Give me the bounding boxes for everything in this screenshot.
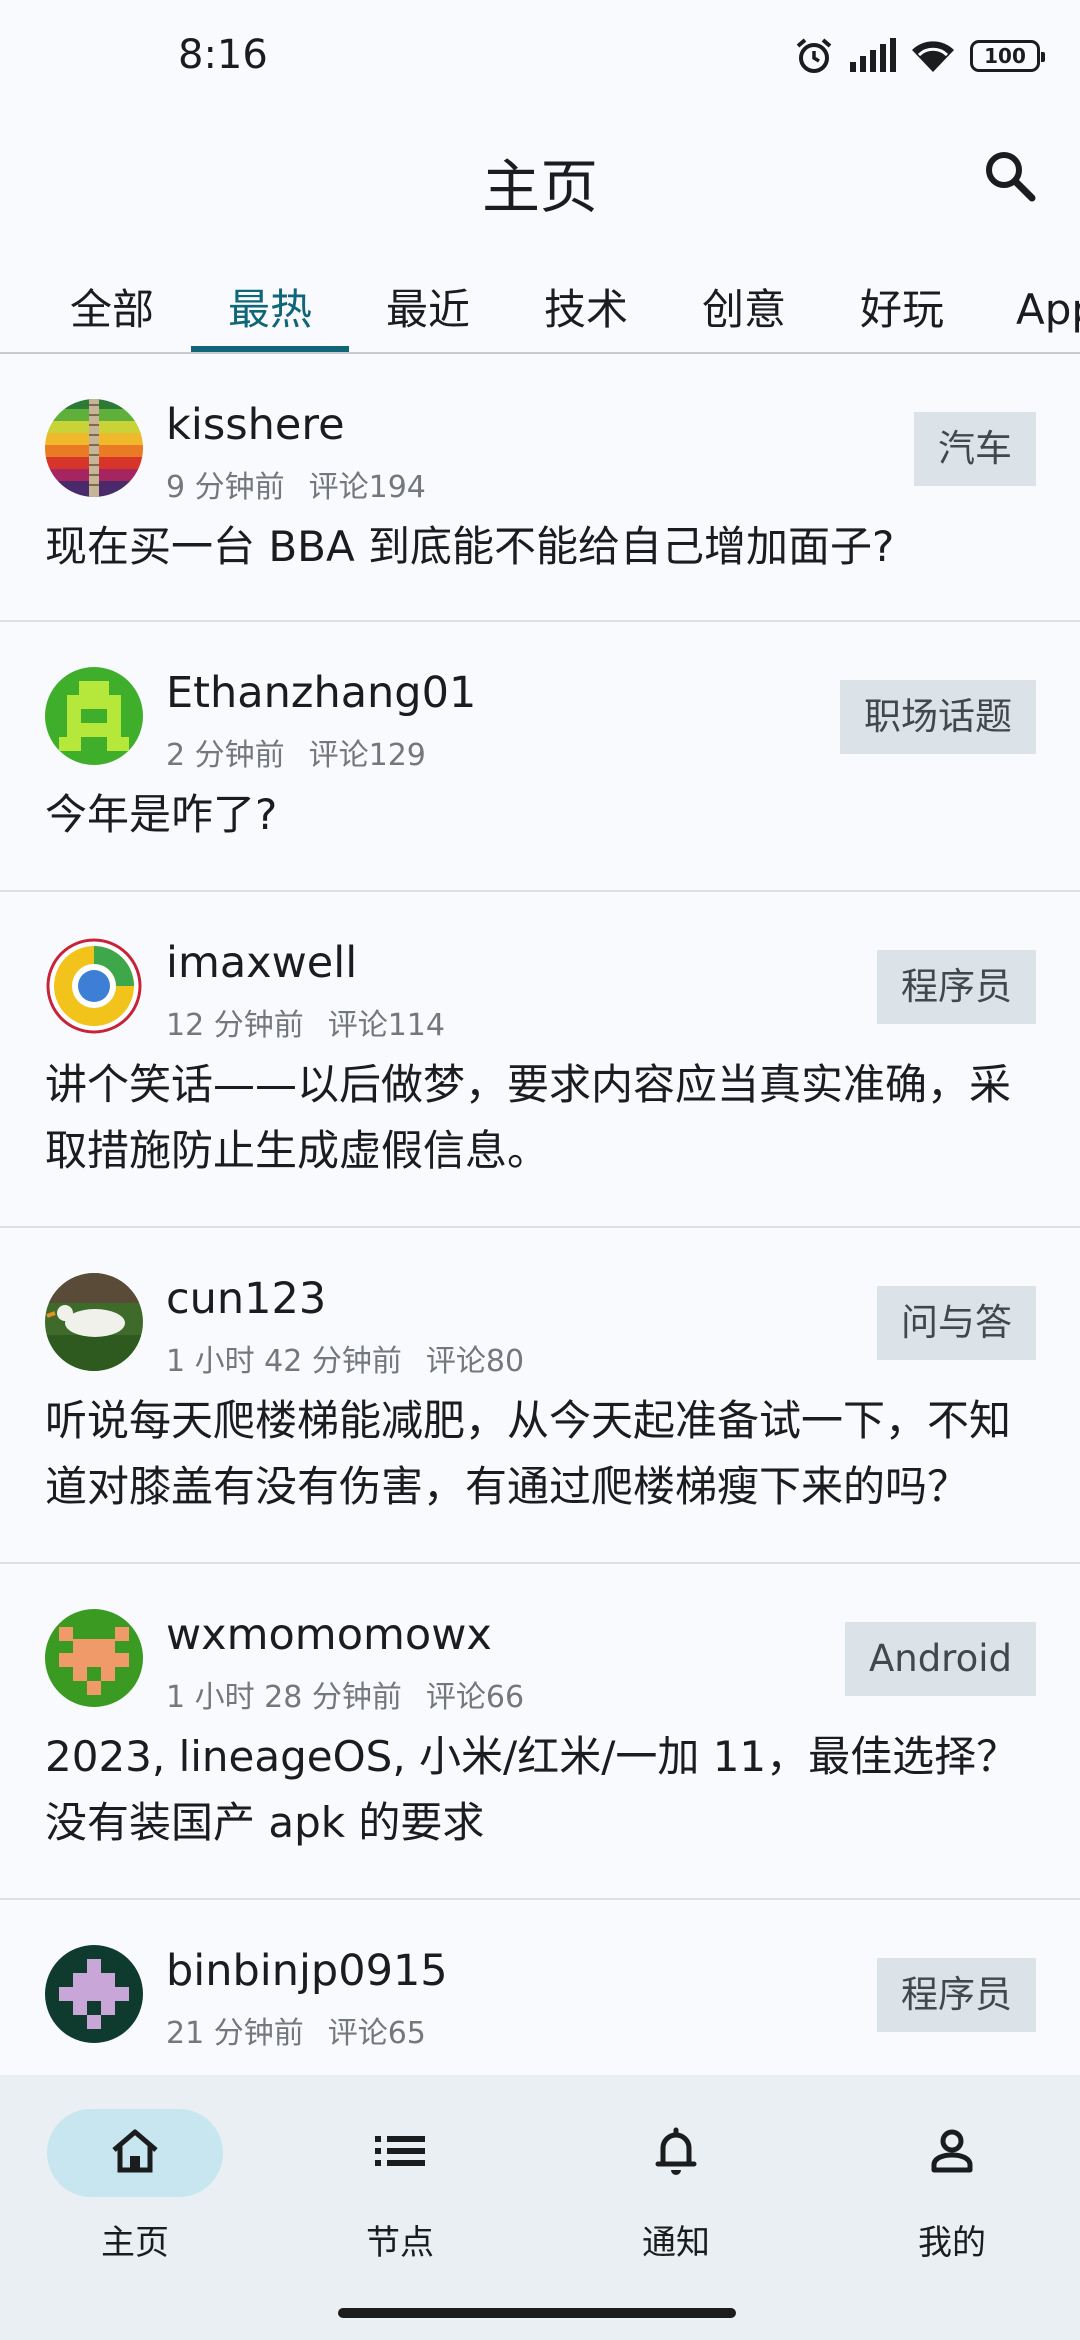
post-title: 2023, lineageOS, 小米/红米/一加 11，最佳选择？没有装国产 … [45,1732,1019,1847]
post-title: 讲个笑话——以后做梦，要求内容应当真实准确，采取措施防止生成虚假信息。 [45,1060,1012,1175]
avatar[interactable] [45,1273,143,1371]
username[interactable]: binbinjp0915 [166,1946,448,1996]
tab-apple[interactable]: Apple [981,262,1080,352]
topic-item[interactable]: cun123 1 小时 42 分钟前 评论80 问与答 听说每天爬楼梯能减肥，从今… [0,1228,1080,1564]
post-time: 12 分钟前 [166,1008,304,1043]
nav-profile[interactable]: 我的 [817,2109,1080,2279]
nav-active-indicator [47,2109,223,2197]
screen: 8:16 100 主页 全部 最热 最近 技术 创意 好玩 Ap kissher… [0,0,1080,2340]
home-indicator[interactable] [338,2308,736,2318]
nav-home[interactable]: 主页 [0,2109,270,2279]
tab-all[interactable]: 全部 [33,262,191,352]
post-title: 现在买一台 BBA 到底能不能给自己增加面子? [45,522,895,571]
page-title: 主页 [481,153,598,221]
tab-indicator [191,346,349,352]
avatar[interactable] [45,667,143,765]
alarm-icon [794,36,834,76]
node-tag[interactable]: 问与答 [877,1286,1036,1360]
search-button[interactable] [974,142,1046,214]
tab-tech[interactable]: 技术 [507,262,665,352]
topic-item[interactable]: imaxwell 12 分钟前 评论114 程序员 讲个笑话——以后做梦，要求内容… [0,892,1080,1228]
comment-count: 评论129 [308,738,426,773]
nav-notifications[interactable]: 通知 [541,2109,811,2279]
node-tag[interactable]: 汽车 [914,412,1036,486]
list-icon [373,2124,427,2182]
topic-item[interactable]: kisshere 9 分钟前 评论194 汽车 现在买一台 BBA 到底能不能给自… [0,354,1080,622]
avatar[interactable] [45,1945,143,2043]
post-meta: 2 分钟前 评论129 [166,730,426,774]
comment-count: 评论194 [308,470,426,505]
bell-icon [649,2124,703,2182]
node-tag[interactable]: 程序员 [877,950,1036,1024]
nav-label: 节点 [366,2223,434,2263]
nav-label: 通知 [642,2223,710,2263]
username[interactable]: Ethanzhang01 [166,668,476,718]
comment-count: 评论66 [425,1680,525,1715]
comment-count: 评论65 [327,2016,426,2051]
post-meta: 9 分钟前 评论194 [166,462,426,506]
post-meta: 21 分钟前 评论65 [166,2008,426,2052]
avatar[interactable] [45,399,143,497]
username[interactable]: imaxwell [166,938,357,988]
post-title: 今年是咋了? [45,790,278,839]
tab-row: 全部 最热 最近 技术 创意 好玩 Apple [0,262,1080,354]
nav-label: 主页 [101,2223,169,2263]
topic-item[interactable]: wxmomomowx 1 小时 28 分钟前 评论66 Android 2023,… [0,1564,1080,1900]
avatar[interactable] [45,937,143,1035]
post-time: 9 分钟前 [166,470,285,505]
battery-level: 100 [984,44,1026,68]
post-meta: 1 小时 42 分钟前 评论80 [166,1336,524,1380]
search-icon[interactable] [983,149,1037,207]
wifi-icon [910,38,956,74]
tab-recent[interactable]: 最近 [349,262,507,352]
app-bar: 主页 [0,118,1080,238]
topic-feed: kisshere 9 分钟前 评论194 汽车 现在买一台 BBA 到底能不能给自… [0,354,1080,2200]
comment-count: 评论80 [425,1344,525,1379]
status-time: 8:16 [178,32,268,78]
post-time: 1 小时 28 分钟前 [166,1680,402,1715]
username[interactable]: kisshere [166,400,345,450]
topic-item[interactable]: Ethanzhang01 2 分钟前 评论129 职场话题 今年是咋了? [0,622,1080,892]
avatar[interactable] [45,1609,143,1707]
person-icon [925,2124,979,2182]
nav-label: 我的 [918,2223,986,2263]
tab-fun[interactable]: 好玩 [823,262,981,352]
bottom-navigation: 主页 节点 通知 我的 [0,2075,1080,2340]
signal-icon [848,38,896,74]
home-icon [108,2124,162,2182]
status-icons: 100 [794,36,1045,76]
post-time: 1 小时 42 分钟前 [166,1344,402,1379]
comment-count: 评论114 [327,1008,445,1043]
node-tag[interactable]: Android [844,1622,1036,1696]
post-meta: 12 分钟前 评论114 [166,1000,445,1044]
nav-nodes[interactable]: 节点 [265,2109,535,2279]
tab-creative[interactable]: 创意 [665,262,823,352]
tab-hot[interactable]: 最热 [191,262,349,352]
node-tag[interactable]: 职场话题 [840,680,1036,754]
post-meta: 1 小时 28 分钟前 评论66 [166,1672,524,1716]
battery-icon: 100 [970,40,1045,72]
username[interactable]: wxmomomowx [166,1610,492,1660]
post-time: 2 分钟前 [166,738,285,773]
status-bar: 8:16 100 [0,0,1080,118]
node-tag[interactable]: 程序员 [877,1958,1036,2032]
post-title: 听说每天爬楼梯能减肥，从今天起准备试一下，不知道对膝盖有没有伤害，有通过爬楼梯瘦… [45,1396,1012,1511]
username[interactable]: cun123 [166,1274,326,1324]
post-time: 21 分钟前 [166,2016,304,2051]
